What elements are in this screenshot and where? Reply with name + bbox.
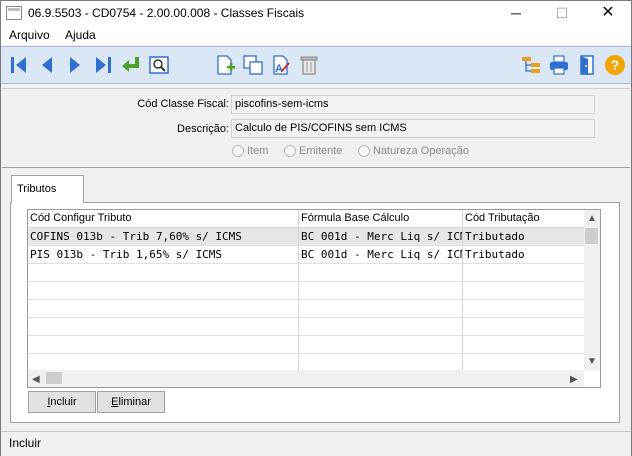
- horizontal-scrollbar[interactable]: [28, 370, 584, 387]
- delete-record-icon[interactable]: [297, 53, 321, 77]
- print-icon[interactable]: [547, 53, 571, 77]
- descricao-label: Descrição:: [177, 123, 229, 135]
- incluir-button[interactable]: Incluir: [28, 391, 96, 413]
- tab-tributos[interactable]: Tributos: [11, 175, 84, 203]
- search-icon[interactable]: [147, 53, 171, 77]
- status-text: Incluir: [9, 436, 42, 450]
- cell-cod-configur: PIS 013b - Trib 1,65% s/ ICMS: [30, 248, 223, 261]
- cell-cod-tributacao: Tributado: [465, 248, 525, 261]
- column-header-cod-configur[interactable]: Cód Configur Tributo: [30, 212, 132, 224]
- column-header-cod-tributacao[interactable]: Cód Tributação: [465, 212, 540, 224]
- status-bar: Incluir: [1, 431, 631, 456]
- last-record-icon[interactable]: [91, 53, 115, 77]
- menu-arquivo[interactable]: Arquivo: [9, 28, 50, 42]
- grid-header: Cód Configur Tributo Fórmula Base Cálcul…: [28, 210, 584, 228]
- app-window-icon: [6, 6, 22, 20]
- svg-text:A: A: [275, 63, 283, 75]
- exit-icon[interactable]: [575, 53, 599, 77]
- cell-cod-tributacao: Tributado: [465, 230, 525, 243]
- radio-natureza-operacao[interactable]: Natureza Operação: [358, 145, 469, 157]
- table-row[interactable]: COFINS 013b - Trib 7,60% s/ ICMS BC 001d…: [28, 228, 584, 246]
- vertical-scroll-thumb[interactable]: [585, 228, 598, 244]
- empty-row[interactable]: [28, 264, 584, 282]
- title-bar: 06.9.5503 - CD0754 - 2.00.00.008 - Class…: [1, 1, 631, 26]
- maximize-button[interactable]: ☐: [539, 1, 585, 26]
- horizontal-scroll-thumb[interactable]: [46, 372, 62, 384]
- radio-item-circle: [232, 145, 244, 157]
- radio-item[interactable]: Item: [232, 145, 268, 157]
- column-header-formula-base[interactable]: Fórmula Base Cálculo: [301, 212, 409, 224]
- table-row[interactable]: PIS 013b - Trib 1,65% s/ ICMS BC 001d - …: [28, 246, 584, 264]
- eliminar-button[interactable]: Eliminar: [97, 391, 165, 413]
- empty-row[interactable]: [28, 300, 584, 318]
- cell-formula-base: BC 001d - Merc Liq s/ ICMS: [301, 248, 463, 261]
- help-glyph: ?: [611, 57, 620, 73]
- tree-view-icon[interactable]: [519, 53, 543, 77]
- scroll-left-icon[interactable]: ◀: [32, 374, 40, 385]
- column-divider: [298, 210, 299, 374]
- edit-record-icon[interactable]: A: [269, 53, 293, 77]
- radio-natureza-circle: [358, 145, 370, 157]
- codigo-field[interactable]: piscofins-sem-icms: [231, 95, 595, 114]
- window-title: 06.9.5503 - CD0754 - 2.00.00.008 - Class…: [28, 6, 305, 20]
- empty-row[interactable]: [28, 336, 584, 354]
- cell-formula-base: BC 001d - Merc Liq s/ ICMS: [301, 230, 463, 243]
- tributos-grid: Cód Configur Tributo Fórmula Base Cálcul…: [27, 209, 601, 388]
- scroll-up-icon[interactable]: ▲: [587, 213, 597, 224]
- radio-emitente[interactable]: Emitente: [284, 145, 342, 157]
- menu-ajuda[interactable]: Ajuda: [65, 28, 96, 42]
- toolbar: A ?: [1, 46, 631, 84]
- radio-item-label: Item: [247, 145, 269, 157]
- column-divider: [462, 210, 463, 374]
- new-record-icon[interactable]: [213, 53, 237, 77]
- descricao-field[interactable]: Calculo de PIS/COFINS sem ICMS: [231, 119, 595, 138]
- radio-emitente-circle: [284, 145, 296, 157]
- copy-record-icon[interactable]: [241, 53, 265, 77]
- previous-record-icon[interactable]: [35, 53, 59, 77]
- scroll-down-icon[interactable]: ▼: [587, 356, 597, 367]
- close-button[interactable]: ✕: [585, 1, 631, 26]
- empty-row[interactable]: [28, 282, 584, 300]
- minimize-button[interactable]: ─: [493, 1, 539, 26]
- application-window: 06.9.5503 - CD0754 - 2.00.00.008 - Class…: [0, 0, 632, 456]
- help-icon[interactable]: ?: [603, 53, 627, 77]
- next-record-icon[interactable]: [63, 53, 87, 77]
- first-record-icon[interactable]: [7, 53, 31, 77]
- radio-natureza-label: Natureza Operação: [373, 145, 469, 157]
- radio-emitente-label: Emitente: [299, 145, 343, 157]
- scroll-right-icon[interactable]: ▶: [570, 374, 578, 385]
- incluir-label: ncluir: [50, 396, 77, 408]
- eliminar-label: liminar: [118, 396, 151, 408]
- codigo-label: Cód Classe Fiscal:: [137, 98, 229, 110]
- empty-row[interactable]: [28, 318, 584, 336]
- cell-cod-configur: COFINS 013b - Trib 7,60% s/ ICMS: [30, 230, 242, 243]
- goto-record-icon[interactable]: [119, 53, 143, 77]
- menu-bar: Arquivo Ajuda: [1, 26, 631, 45]
